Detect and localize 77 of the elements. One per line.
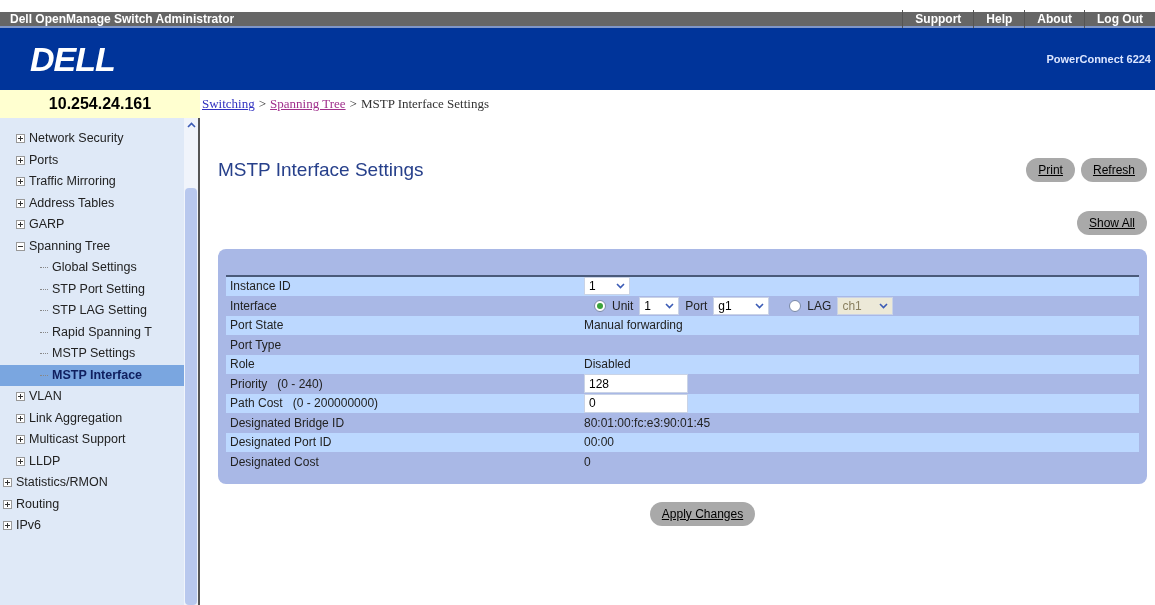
expand-icon[interactable] — [16, 456, 25, 466]
nav-item[interactable]: IPv6 — [16, 516, 41, 536]
breadcrumb-link[interactable]: Spanning Tree — [270, 94, 346, 114]
expand-icon[interactable] — [3, 499, 12, 509]
nav-item[interactable]: VLAN — [29, 387, 62, 407]
nav-item[interactable]: Multicast Support — [29, 430, 126, 450]
field-label: Port Type — [230, 336, 282, 354]
radio-button[interactable] — [594, 299, 606, 312]
nav-item[interactable]: Routing — [16, 494, 60, 514]
nav-item[interactable]: Statistics/RMON — [16, 473, 108, 493]
scroll-up-icon[interactable] — [186, 122, 196, 128]
nav-item[interactable]: Address Tables — [29, 193, 115, 213]
nav-item[interactable]: Rapid Spanning T — [52, 322, 152, 342]
nav-item[interactable]: Link Aggregation — [29, 408, 123, 428]
expand-icon[interactable] — [16, 198, 25, 208]
collapse-icon[interactable] — [16, 241, 25, 251]
page-title: MSTP Interface Settings — [218, 158, 424, 182]
field-label: Designated Cost — [230, 453, 319, 471]
nav-item[interactable]: LLDP — [29, 451, 61, 471]
expand-icon[interactable] — [3, 521, 12, 531]
nav-item[interactable]: STP Port Setting — [52, 279, 145, 299]
expand-icon[interactable] — [16, 413, 25, 423]
field-label: Unit — [612, 297, 634, 315]
field-label: Path Cost — [230, 395, 283, 413]
field-label: Port — [685, 297, 708, 315]
field-label: Role — [230, 356, 255, 374]
dropdown[interactable]: 1 — [584, 277, 630, 296]
ip-address: 10.254.24.161 — [0, 90, 200, 118]
caret-icon — [665, 302, 675, 309]
field-label: Port State — [230, 317, 284, 335]
show-all-button[interactable]: Show All — [1076, 210, 1147, 235]
breadcrumb-link[interactable]: Switching — [202, 94, 255, 114]
field-label: LAG — [807, 297, 832, 315]
expand-icon[interactable] — [16, 177, 25, 187]
logo: DELL — [30, 38, 115, 80]
input-field[interactable]: 128 — [584, 374, 688, 394]
nav-item[interactable]: Network Security — [29, 129, 124, 149]
field-label: Priority — [230, 375, 268, 393]
expand-icon[interactable] — [16, 392, 25, 402]
range-hint: (0 - 200000000) — [292, 395, 379, 413]
nav-item[interactable]: Ports — [29, 150, 59, 170]
nav-item[interactable]: STP LAG Setting — [52, 301, 147, 321]
breadcrumb-separator: > — [349, 95, 357, 114]
expand-icon[interactable] — [16, 134, 25, 144]
breadcrumb-current: MSTP Interface Settings — [360, 95, 489, 114]
field-label: Instance ID — [230, 278, 291, 296]
apply-changes-button[interactable]: Apply Changes — [649, 501, 756, 526]
caret-icon — [879, 302, 889, 309]
scrollbar[interactable] — [184, 118, 198, 605]
field-value: 0 — [584, 453, 591, 471]
nav-item[interactable]: Traffic Mirroring — [29, 172, 116, 192]
expand-icon[interactable] — [16, 155, 25, 165]
nav-item[interactable]: MSTP Settings — [52, 344, 136, 364]
range-hint: (0 - 240) — [277, 375, 323, 393]
product-name: PowerConnect 6224 — [1046, 51, 1151, 67]
header-button[interactable]: Print — [1026, 158, 1075, 183]
expand-icon[interactable] — [3, 478, 12, 488]
field-label: Interface — [230, 297, 277, 315]
expand-icon[interactable] — [16, 220, 25, 230]
dropdown[interactable]: 1 — [639, 296, 680, 315]
field-value: 80:01:00:fc:e3:90:01:45 — [584, 414, 711, 432]
caret-icon — [616, 283, 625, 290]
header-button[interactable]: Refresh — [1080, 158, 1147, 183]
nav-item[interactable]: Spanning Tree — [29, 236, 111, 256]
field-label: Designated Port ID — [230, 434, 332, 452]
field-value: Disabled — [584, 356, 631, 374]
field-label: Designated Bridge ID — [230, 414, 345, 432]
app-title: Dell OpenManage Switch Administrator — [10, 11, 235, 28]
nav-item[interactable]: Global Settings — [52, 258, 137, 278]
breadcrumb-separator: > — [258, 95, 267, 114]
field-value: 00:00 — [584, 434, 615, 452]
field-value: Manual forwarding — [584, 317, 683, 335]
dropdown[interactable]: g1 — [713, 296, 770, 315]
radio-button[interactable] — [789, 299, 802, 312]
caret-icon — [755, 302, 765, 309]
nav-item[interactable]: GARP — [29, 215, 65, 235]
expand-icon[interactable] — [16, 435, 25, 445]
